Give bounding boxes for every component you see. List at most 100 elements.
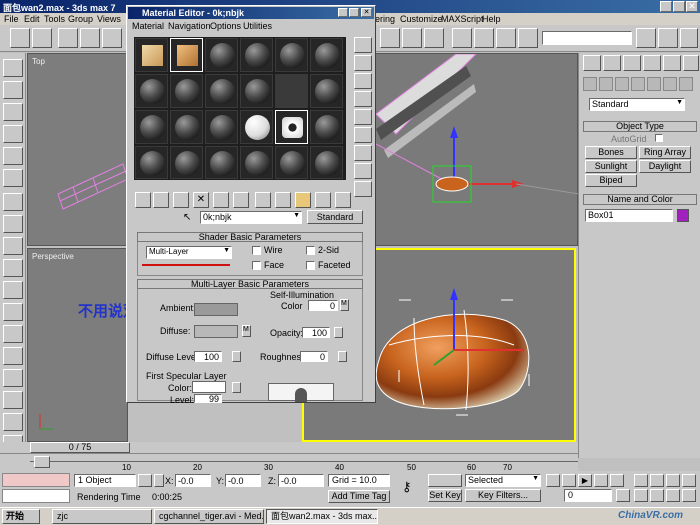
undo-icon[interactable] [10,28,30,48]
modifier-icon[interactable] [3,193,23,211]
chevron-down-icon[interactable]: ▼ [676,99,683,106]
auto-key-button[interactable] [428,474,462,487]
sample-slot[interactable] [135,110,168,144]
curve-editor-icon[interactable] [518,28,538,48]
bend-icon[interactable] [3,215,23,233]
sample-slot[interactable] [170,38,203,72]
viewport-front[interactable] [375,53,579,246]
me-menu-utilities[interactable]: Utilities [243,21,272,31]
me-close-icon[interactable]: ✕ [361,8,372,17]
reset-map-icon[interactable]: ✕ [193,192,209,208]
sample-slot[interactable] [275,146,308,179]
create-camera-icon[interactable] [3,125,23,143]
sample-slot[interactable] [135,146,168,179]
play-icon[interactable]: ▶ [578,474,592,487]
push-icon[interactable] [3,347,23,365]
go-to-parent-icon[interactable] [315,192,331,208]
spec-color-swatch[interactable] [192,381,226,393]
wave-icon[interactable] [3,413,23,431]
wire-checkbox[interactable] [252,246,261,255]
diffuse-color-swatch[interactable] [194,325,238,338]
sunlight-button[interactable]: Sunlight [585,160,637,173]
taper-icon[interactable] [3,237,23,255]
spacewarp-icon[interactable] [3,169,23,187]
me-minimize-icon[interactable] [338,8,348,17]
x-coord-field[interactable]: -0.0 [175,474,211,487]
background-icon[interactable] [354,73,372,89]
hierarchy-tab-icon[interactable] [623,55,641,71]
sample-slot[interactable] [310,146,343,179]
material-effects-channel-icon[interactable] [255,192,271,208]
shader-type-dropdown[interactable]: Multi-Layer ▼ [146,246,232,259]
create-geometry-icon[interactable] [3,59,23,77]
material-editor-icon[interactable] [636,28,656,48]
spec-level-spinner[interactable]: 99 [194,394,222,404]
viewport-perspective[interactable]: Perspective [27,248,128,442]
bind-icon[interactable] [102,28,122,48]
menu-tools[interactable]: Tools [44,14,65,24]
shapes-icon[interactable] [599,77,613,91]
chevron-down-icon[interactable]: ▼ [223,247,230,254]
task-media[interactable]: cgchannel_tiger.avi - Med... [154,509,264,524]
put-to-scene-icon[interactable] [153,192,169,208]
menu-maxscript[interactable]: MAXScript [441,14,484,24]
unlink-icon[interactable] [80,28,100,48]
select-by-material-icon[interactable] [354,163,372,179]
me-menu-options[interactable]: Options [210,21,241,31]
go-to-end-icon[interactable] [610,474,624,487]
track-view-icon[interactable] [34,456,50,468]
zoom-extents-icon[interactable] [682,474,696,487]
pan-icon[interactable] [634,474,648,487]
start-button[interactable]: 开始 [2,509,40,524]
absolute-mode-icon[interactable] [154,474,164,487]
create-helper-icon[interactable] [3,147,23,165]
autogrid-checkbox[interactable] [655,134,663,142]
diffuse-level-map-button[interactable] [232,351,241,362]
me-maximize-icon[interactable] [349,8,359,17]
sample-slot[interactable] [310,110,343,144]
bones-button[interactable]: Bones [585,146,637,159]
name-color-header[interactable]: Name and Color [583,194,697,205]
sample-slot[interactable] [240,38,273,72]
noise-icon[interactable] [3,281,23,299]
quick-render-icon[interactable] [680,28,698,48]
align-icon[interactable] [474,28,494,48]
chevron-down-icon[interactable]: ▼ [293,212,300,219]
display-tab-icon[interactable] [663,55,681,71]
next-frame-icon[interactable] [594,474,608,487]
menu-rendering[interactable]: ering [375,14,395,24]
self-illum-map-button[interactable]: M [340,299,349,311]
sample-slot[interactable] [240,110,273,144]
sample-slot[interactable] [205,110,238,144]
space-warps-icon[interactable] [663,77,677,91]
chevron-down-icon[interactable]: ▼ [532,475,539,482]
fov-icon[interactable] [634,489,648,502]
relax-icon[interactable] [3,369,23,387]
maximize-viewport-icon[interactable] [682,489,696,502]
utilities-tab-icon[interactable] [683,55,699,71]
show-end-result-icon[interactable] [295,192,311,208]
layer-icon[interactable] [496,28,516,48]
sample-slot[interactable] [275,110,308,144]
ambient-color-swatch[interactable] [194,303,238,316]
percent-snap-icon[interactable] [424,28,444,48]
add-time-tag-button[interactable]: Add Time Tag [328,490,390,503]
create-shape-icon[interactable] [3,81,23,99]
zoom-all-icon[interactable] [666,474,680,487]
motion-tab-icon[interactable] [643,55,661,71]
angle-snap-icon[interactable] [402,28,422,48]
video-color-check-icon[interactable] [354,109,372,125]
maximize-icon[interactable] [673,1,685,12]
sample-slot[interactable] [240,146,273,179]
stretch-icon[interactable] [3,303,23,321]
menu-group[interactable]: Group [68,14,93,24]
sample-slot[interactable] [135,38,168,72]
sample-slot[interactable] [310,38,343,72]
sample-type-icon[interactable] [354,37,372,53]
spec-color-map-button[interactable] [232,382,241,393]
zoom-icon[interactable] [650,474,664,487]
sample-slot[interactable] [240,74,273,108]
uv-tiling-icon[interactable] [354,91,372,107]
modify-tab-icon[interactable] [603,55,621,71]
multilayer-rollout-header[interactable]: Multi-Layer Basic Parameters [137,279,363,289]
